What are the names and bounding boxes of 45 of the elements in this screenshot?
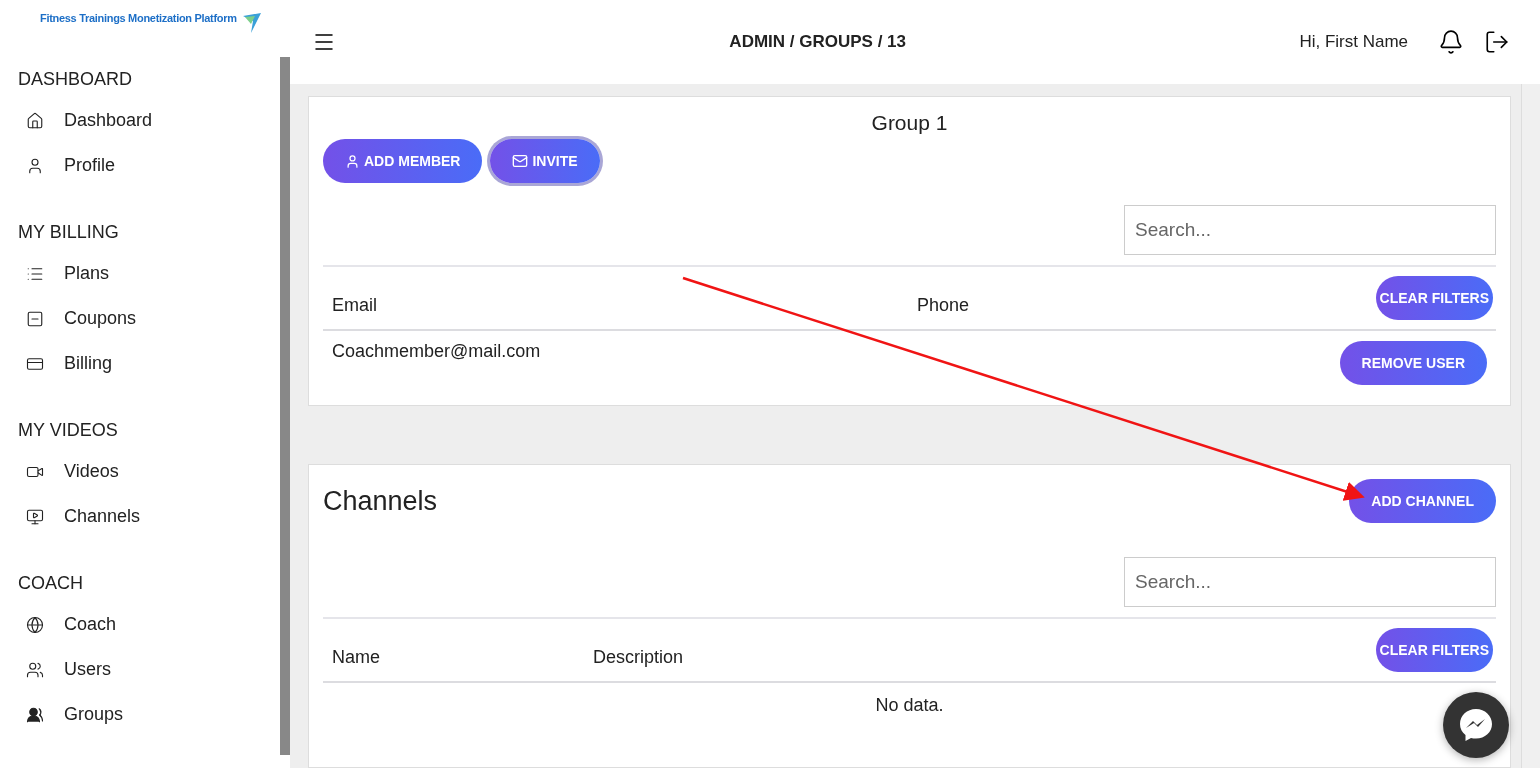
bell-icon[interactable]	[1438, 29, 1464, 55]
scrollbar[interactable]	[280, 57, 290, 755]
section-title: Channels	[323, 485, 438, 517]
table-cell-text: Coachmember@mail.com	[332, 341, 542, 362]
column-header: Name	[332, 645, 381, 668]
nav-item[interactable]: Billing	[0, 341, 280, 386]
section-heading: MY VIDEOS	[17, 419, 119, 442]
add-channel-button[interactable]: ADD CHANNEL	[1349, 479, 1496, 523]
logo-text: Fitness Trainings Monetization Platform	[40, 12, 237, 24]
nav-item[interactable]: Videos	[0, 449, 280, 494]
greeting: Hi, First Name	[1299, 32, 1408, 52]
users-icon	[26, 705, 44, 724]
nav-item[interactable]: Dashboard	[0, 98, 280, 143]
nav-item[interactable]: Users	[0, 647, 280, 692]
add-member-button[interactable]: ADD MEMBER	[323, 139, 483, 183]
section-heading: DASHBOARD	[17, 68, 134, 91]
column-header: Email	[332, 293, 378, 316]
nav-item[interactable]: Coupons	[0, 296, 280, 341]
group-title: Group 1	[870, 111, 949, 135]
clear-filters-button[interactable]: CLEAR FILTERS	[1375, 628, 1493, 672]
mail-icon	[512, 153, 529, 169]
clear-filters-button[interactable]: CLEAR FILTERS	[1375, 276, 1493, 320]
section-heading: MY BILLING	[17, 221, 120, 244]
nav-item[interactable]: Plans	[0, 251, 280, 296]
column-header: Description	[593, 645, 685, 668]
empty-message: No data.	[875, 694, 944, 717]
home-icon	[26, 111, 44, 130]
nav-item[interactable]: Groups	[0, 692, 280, 737]
logout-icon[interactable]	[1484, 29, 1510, 55]
globe-icon	[26, 615, 44, 634]
user-icon	[26, 156, 44, 175]
column-header: Phone	[917, 293, 971, 316]
search-field[interactable]: Search...	[1124, 557, 1496, 607]
remove-user-button[interactable]: REMOVE USER	[1339, 341, 1487, 385]
play-screen-icon	[26, 507, 44, 526]
section-heading: COACH	[17, 572, 84, 595]
minus-square-icon	[26, 309, 44, 328]
user-icon	[345, 153, 360, 169]
users-icon	[26, 660, 44, 679]
invite-button[interactable]: INVITE	[490, 139, 600, 183]
breadcrumb: ADMIN / GROUPS / 13	[728, 32, 907, 52]
nav-item[interactable]: Channels	[0, 494, 280, 539]
search-field[interactable]: Search...	[1124, 205, 1496, 255]
nav-item[interactable]: Profile	[0, 143, 280, 188]
nav-item[interactable]: Coach	[0, 602, 280, 647]
